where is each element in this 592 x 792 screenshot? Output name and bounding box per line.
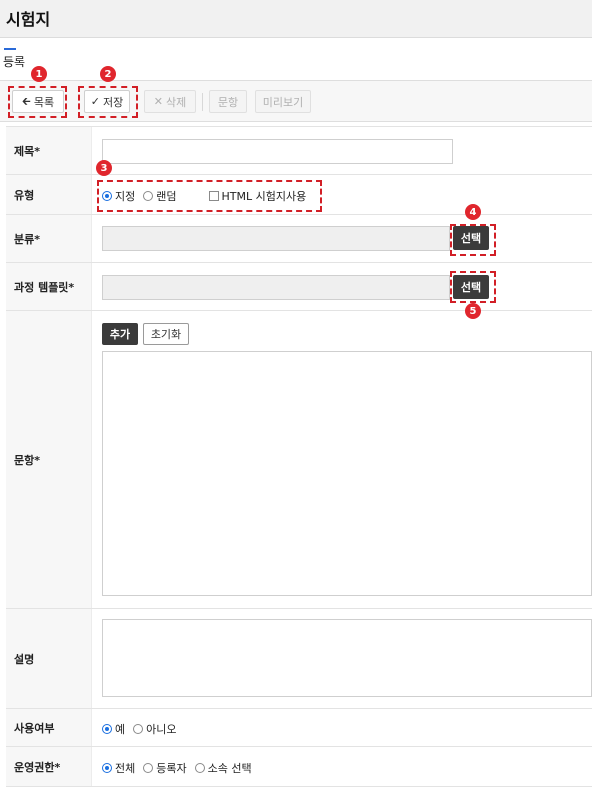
question-items-label-cell: 문항* [6, 311, 92, 608]
radio-selected-icon [102, 763, 112, 773]
usage-radio-group: 예 아니오 [102, 721, 185, 737]
type-label: 유형 [14, 188, 35, 202]
question-button[interactable]: 문항 [209, 90, 247, 113]
usage-label-cell: 사용여부 [6, 709, 92, 746]
delete-button[interactable]: ✕ 삭제 [144, 90, 196, 113]
permission-label-cell: 운영권한* [6, 747, 92, 786]
toolbar-divider [202, 93, 203, 111]
annotation-marker-3: 3 [96, 160, 112, 176]
title-row: 제목* [6, 127, 592, 175]
question-list-area[interactable] [102, 351, 592, 596]
course-template-label-cell: 과정 템플릿* [6, 263, 92, 310]
usage-option-label: 예 [115, 723, 126, 736]
title-input[interactable] [102, 139, 453, 164]
annotation-marker-5: 5 [465, 303, 481, 319]
page-title: 시험지 [6, 10, 51, 29]
permission-row: 운영권한* 전체 등록자 소속 선택 [6, 747, 592, 787]
category-row: 분류* 선택 [6, 215, 592, 263]
description-textarea[interactable] [102, 619, 592, 697]
description-label: 설명 [14, 652, 35, 666]
add-question-button[interactable]: 추가 [102, 323, 138, 345]
category-field [102, 226, 450, 251]
category-label: 분류* [14, 232, 40, 246]
category-label-cell: 분류* [6, 215, 92, 262]
radio-icon [143, 763, 154, 773]
permission-option-label: 소속 선택 [207, 762, 252, 775]
title-label: 제목* [14, 144, 40, 158]
permission-option-affiliation[interactable]: 소속 선택 [194, 760, 252, 776]
usage-option-no[interactable]: 아니오 [133, 721, 177, 737]
preview-button[interactable]: 미리보기 [255, 90, 311, 113]
course-template-row: 과정 템플릿* 선택 [6, 263, 592, 311]
annotation-marker-2: 2 [100, 66, 116, 82]
annotation-box-template-select [450, 271, 496, 303]
course-template-label: 과정 템플릿* [14, 280, 75, 294]
annotation-box-type [97, 180, 322, 212]
section-label: 등록 [3, 55, 26, 69]
annotation-marker-1: 1 [31, 66, 47, 82]
title-label-cell: 제목* [6, 127, 92, 174]
radio-icon [133, 724, 144, 734]
type-label-cell: 유형 [6, 175, 92, 214]
question-items-label: 문항* [14, 453, 40, 467]
permission-option-all[interactable]: 전체 [102, 760, 135, 776]
question-items-row: 문항* 추가 초기화 [6, 311, 592, 609]
annotation-box-list [8, 86, 67, 118]
annotation-box-save [78, 86, 138, 118]
preview-button-label: 미리보기 [262, 95, 304, 109]
radio-icon [194, 763, 205, 773]
usage-option-yes[interactable]: 예 [102, 721, 125, 737]
exam-form: 제목* 유형 지정 랜덤 HTML 시험지사용 분류* 선택 과정 템플릿* 선… [6, 126, 592, 787]
annotation-box-category-select [450, 224, 496, 256]
course-template-field [102, 275, 450, 300]
permission-radio-group: 전체 등록자 소속 선택 [102, 760, 260, 776]
reset-button[interactable]: 초기화 [143, 323, 189, 345]
usage-option-label: 아니오 [146, 723, 177, 736]
permission-option-label: 전체 [115, 762, 136, 775]
permission-option-label: 등록자 [156, 762, 187, 775]
permission-label: 운영권한* [14, 760, 61, 774]
radio-selected-icon [102, 724, 112, 734]
page-header: 시험지 [0, 0, 592, 38]
annotation-marker-4: 4 [465, 204, 481, 220]
section-accent-bar [4, 48, 16, 50]
usage-label: 사용여부 [14, 721, 55, 735]
question-button-label: 문항 [217, 95, 239, 109]
description-label-cell: 설명 [6, 609, 92, 708]
permission-option-registrant[interactable]: 등록자 [143, 760, 187, 776]
delete-button-label: 삭제 [165, 95, 187, 109]
usage-row: 사용여부 예 아니오 [6, 709, 592, 747]
close-icon: ✕ [153, 95, 163, 108]
description-row: 설명 [6, 609, 592, 709]
